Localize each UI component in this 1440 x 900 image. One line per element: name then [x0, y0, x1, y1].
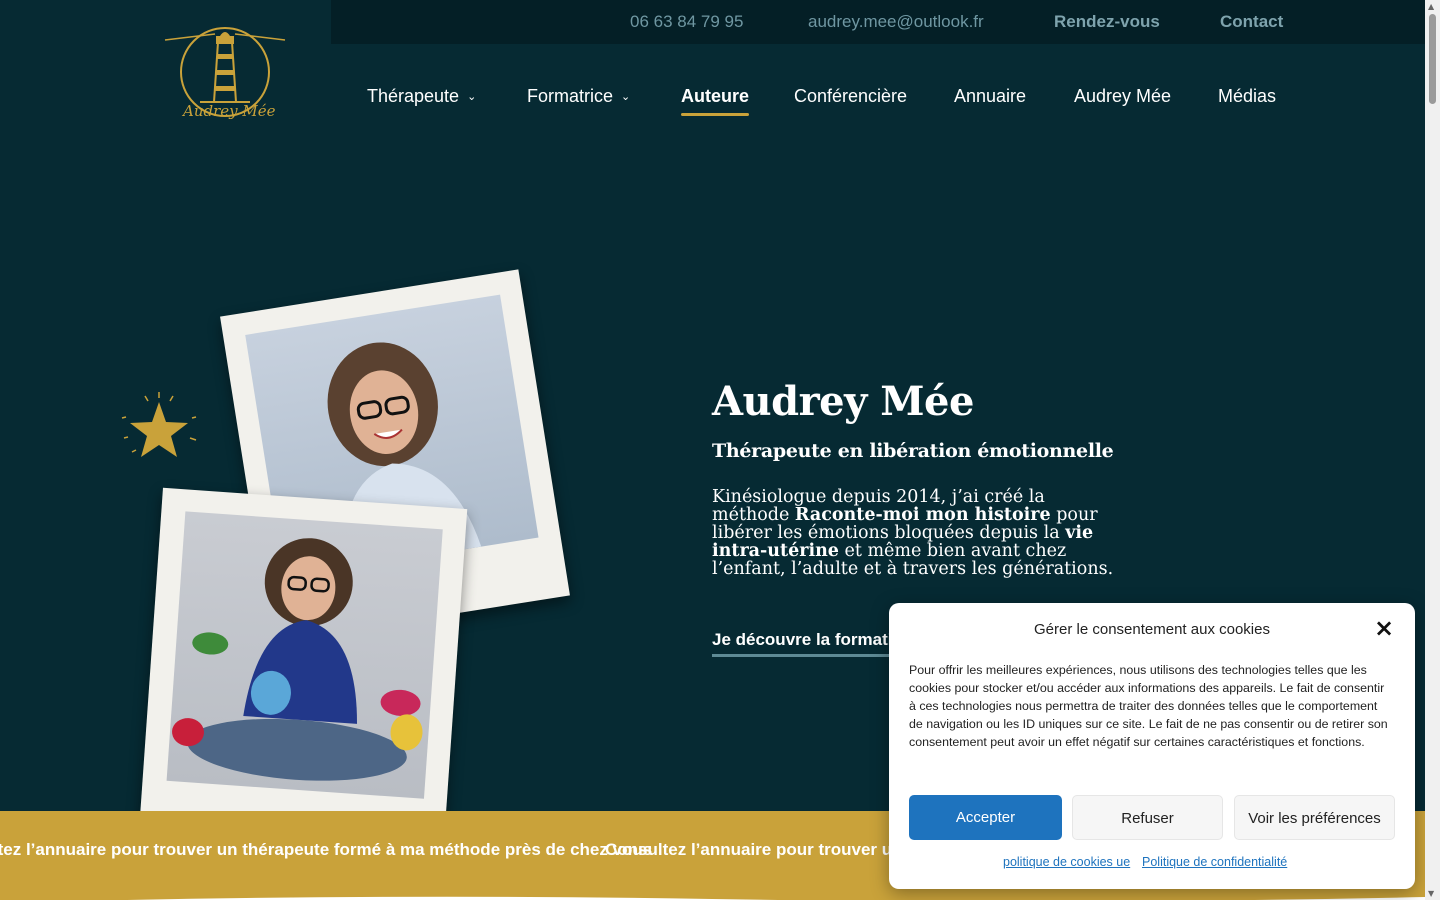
nav-item-label: Formatrice — [527, 86, 614, 106]
nav-item-audrey-mee[interactable]: Audrey Mée — [1074, 86, 1171, 107]
view-preferences-button[interactable]: Voir les préférences — [1234, 795, 1395, 840]
nav-item-auteure[interactable]: Auteure — [681, 86, 750, 116]
marquee-text[interactable]: Consultez l’annuaire pour trouver un thé… — [0, 840, 652, 860]
nav-item-annuaire[interactable]: Annuaire — [954, 86, 1026, 107]
top-contact-bar: 06 63 84 79 95 audrey.mee@outlook.fr Ren… — [331, 0, 1425, 44]
scrollbar-thumb[interactable] — [1429, 14, 1436, 104]
chevron-down-icon: ⌄ — [467, 91, 477, 103]
cookie-modal-title: Gérer le consentement aux cookies — [1034, 621, 1270, 638]
scroll-down-icon[interactable]: ▼ — [1428, 889, 1434, 898]
email-link[interactable]: audrey.mee@outlook.fr — [808, 12, 984, 32]
cookie-modal-body: Pour offrir les meilleures expériences, … — [909, 663, 1388, 749]
contact-link[interactable]: Contact — [1220, 12, 1283, 32]
logo-text: Audrey Mée — [183, 102, 276, 120]
scroll-up-icon[interactable]: ▲ — [1428, 2, 1434, 11]
chevron-down-icon: ⌄ — [621, 91, 631, 103]
nav-item-medias[interactable]: Médias — [1218, 86, 1276, 107]
meditation-illustration — [172, 538, 423, 781]
discover-training-link[interactable]: Je découvre la formation — [712, 630, 914, 657]
nav-item-conferenciere[interactable]: Conférencière — [794, 86, 907, 107]
accept-cookies-button[interactable]: Accepter — [909, 795, 1062, 840]
privacy-policy-link[interactable]: Politique de confidentialité — [1142, 855, 1287, 869]
meditation-photo — [166, 511, 443, 799]
hero-subtitle: Thérapeute en libération émotionnelle — [712, 440, 1114, 462]
cookie-policy-link[interactable]: politique de cookies ue — [1003, 855, 1130, 869]
nav-item-therapeute[interactable]: Thérapeute ⌄ — [367, 86, 476, 107]
page-scrollbar[interactable]: ▲ ▼ — [1425, 0, 1440, 900]
hero-description: Kinésiologue depuis 2014, j’ai créé la m… — [712, 488, 1122, 578]
appointment-link[interactable]: Rendez-vous — [1054, 12, 1160, 32]
wave-divider — [125, 896, 1425, 900]
refuse-cookies-button[interactable]: Refuser — [1072, 795, 1223, 840]
hero-title: Audrey Mée — [712, 378, 974, 425]
phone-link[interactable]: 06 63 84 79 95 — [630, 12, 743, 32]
cookie-consent-modal: Gérer le consentement aux cookies × Pour… — [889, 603, 1415, 889]
star-icon — [121, 392, 197, 457]
close-icon[interactable]: × — [1373, 616, 1395, 640]
hero-text-bold: Raconte-moi mon histoire — [794, 505, 1051, 525]
nav-item-formatrice[interactable]: Formatrice ⌄ — [527, 86, 630, 107]
nav-item-label: Thérapeute — [367, 86, 460, 106]
